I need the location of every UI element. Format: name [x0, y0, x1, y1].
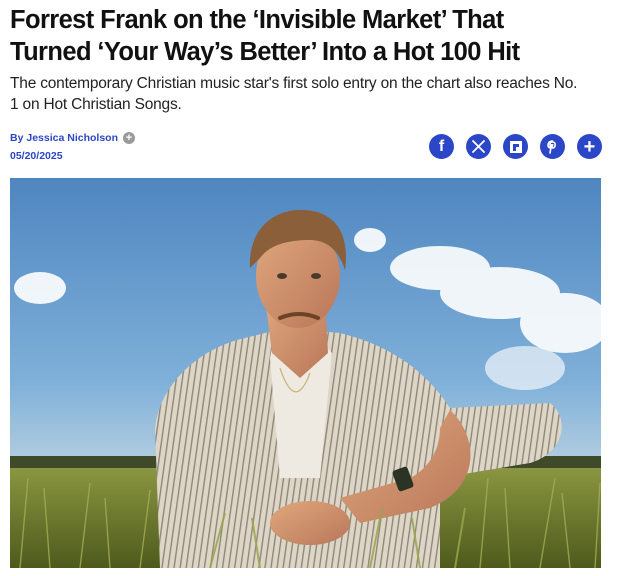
headline-line-1: Forrest Frank on the ‘Invisible Market’ …: [10, 6, 504, 34]
share-bar: f +: [429, 134, 602, 159]
flipboard-icon: [509, 140, 522, 153]
x-share-button[interactable]: [466, 134, 491, 159]
hands: [270, 501, 350, 545]
byline-text[interactable]: By Jessica Nicholson: [10, 132, 118, 144]
publish-date: 05/20/2025: [10, 150, 63, 162]
article-headline: Forrest Frank on the ‘Invisible Market’ …: [10, 4, 610, 68]
facebook-share-button[interactable]: f: [429, 134, 454, 159]
dek-line-2: 1 on Hot Christian Songs.: [10, 96, 182, 113]
byline-prefix: By: [10, 132, 24, 144]
dek-line-1: The contemporary Christian music star's …: [10, 75, 578, 92]
article-dek: The contemporary Christian music star's …: [10, 73, 610, 115]
follow-author-icon[interactable]: +: [122, 132, 135, 144]
more-share-button[interactable]: +: [577, 134, 602, 159]
plus-icon: +: [583, 135, 596, 158]
hero-photo: [10, 178, 601, 568]
article-page: Forrest Frank on the ‘Invisible Market’ …: [0, 0, 620, 576]
hero-image[interactable]: [10, 178, 601, 568]
x-icon: [472, 140, 485, 153]
byline: By Jessica Nicholson +: [10, 132, 135, 144]
pinterest-share-button[interactable]: [540, 134, 565, 159]
headline-line-2: Turned ‘Your Way’s Better’ Into a Hot 10…: [10, 38, 520, 66]
flipboard-share-button[interactable]: [503, 134, 528, 159]
author-name: Jessica Nicholson: [26, 132, 118, 144]
facebook-icon: f: [438, 137, 445, 155]
pinterest-icon: [547, 139, 556, 154]
